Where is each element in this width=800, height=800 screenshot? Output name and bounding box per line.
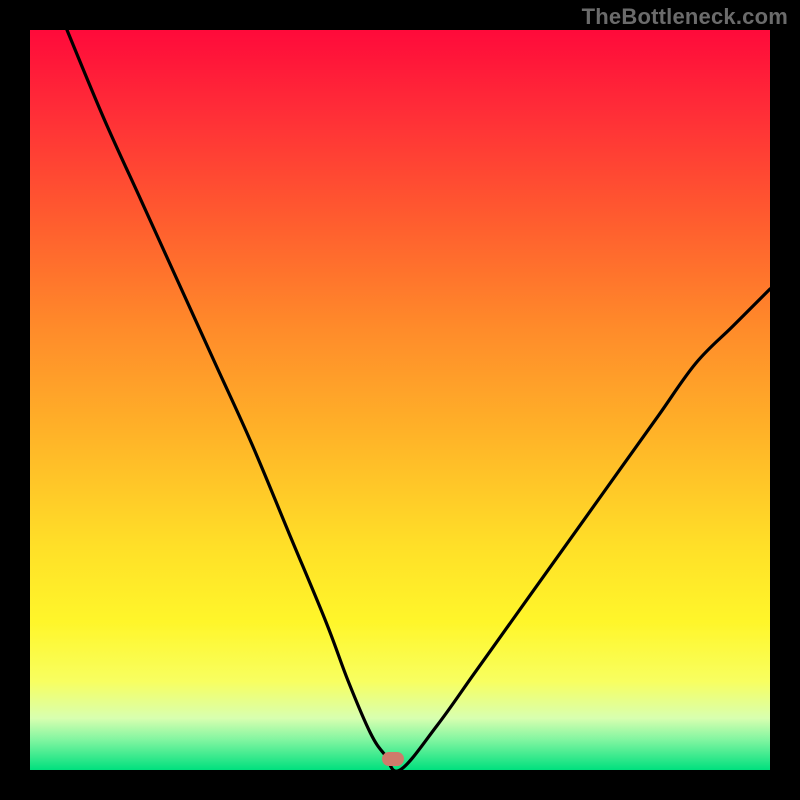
plot-area: [30, 30, 770, 770]
optimal-marker: [382, 752, 404, 766]
watermark-text: TheBottleneck.com: [582, 4, 788, 30]
chart-frame: TheBottleneck.com: [0, 0, 800, 800]
bottleneck-curve: [30, 30, 770, 770]
